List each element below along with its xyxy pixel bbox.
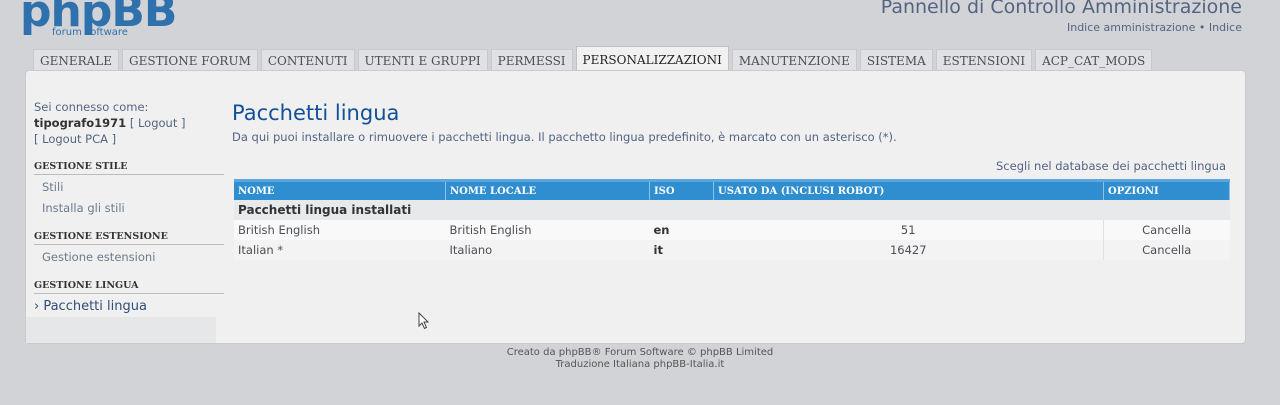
cell-used-by: 51: [713, 220, 1104, 240]
col-used-by: USATO DA (INCLUSI ROBOT): [713, 179, 1104, 200]
main-panel: Sei connesso come: tipografo1971 [ Logou…: [25, 70, 1246, 344]
tab-sistema[interactable]: SISTEMA: [859, 49, 933, 72]
cell-iso: en: [649, 220, 714, 240]
tab-personalizzazioni[interactable]: PERSONALIZZAZIONI: [575, 46, 729, 72]
username: tipografo1971: [34, 116, 127, 130]
group-label: Pacchetti lingua installati: [234, 200, 1230, 220]
tab-acp-cat-mods[interactable]: ACP_CAT_MODS: [1035, 49, 1153, 72]
content: Pacchetti lingua Da qui puoi installare …: [232, 101, 1232, 260]
tab-manutenzione[interactable]: MANUTENZIONE: [731, 49, 857, 72]
logo-subtitle: forum software: [52, 27, 128, 38]
sidebar-heading: GESTIONE STILE: [34, 161, 224, 175]
page-description: Da qui puoi installare o rimuovere i pac…: [232, 130, 897, 144]
delete-link[interactable]: Cancella: [1103, 220, 1230, 240]
logout-acp-link[interactable]: [ Logout PCA ]: [34, 131, 224, 147]
cell-name: British English: [234, 220, 446, 240]
sidebar-sections: GESTIONE STILE Stili Installa gli stili GES…: [34, 161, 224, 316]
connected-label: Sei connesso come:: [34, 100, 149, 114]
header-links: Indice amministrazione • Indice: [1067, 21, 1242, 34]
acp-title: Pannello di Controllo Amministrazione: [880, 0, 1242, 18]
sidebar-bottom: [26, 317, 216, 343]
table-row: Italian * Italiano it 16427 Cancella: [234, 240, 1230, 260]
sidebar: Sei connesso come: tipografo1971 [ Logou…: [34, 99, 224, 316]
link-admin-index[interactable]: Indice amministrazione: [1067, 21, 1195, 34]
cell-name: Italian *: [234, 240, 446, 260]
language-packs-table: NOME NOME LOCALE ISO USATO DA (INCLUSI R…: [234, 179, 1230, 260]
link-board-index[interactable]: Indice: [1209, 21, 1242, 34]
table-header-row: NOME NOME LOCALE ISO USATO DA (INCLUSI R…: [234, 179, 1230, 200]
sidebar-item[interactable]: Gestione estensioni: [34, 245, 224, 266]
col-options: OPZIONI: [1103, 179, 1230, 200]
tab-contenuti[interactable]: CONTENUTI: [260, 49, 355, 72]
tab-permessi[interactable]: PERMESSI: [490, 49, 573, 72]
acp-page: phpBB forum software Pannello di Control…: [0, 0, 1280, 405]
tab-gestione-forum[interactable]: GESTIONE FORUM: [122, 49, 258, 72]
cell-used-by: 16427: [713, 240, 1104, 260]
sidebar-heading: GESTIONE LINGUA: [34, 280, 224, 294]
main-tabs: GENERALE GESTIONE FORUM CONTENUTI UTENTI E …: [33, 46, 1155, 72]
footer-translation: Traduzione Italiana phpBB-Italia.it: [555, 359, 725, 370]
tab-estensioni[interactable]: ESTENSIONI: [935, 49, 1033, 72]
phpbb-logo[interactable]: phpBB forum software: [20, 0, 180, 42]
login-info: Sei connesso come: tipografo1971 [ Logou…: [34, 99, 224, 147]
sidebar-heading: GESTIONE ESTENSIONE: [34, 231, 224, 245]
cell-iso: it: [649, 240, 714, 260]
footer-credits: Creato da phpBB® Forum Software © phpBB …: [506, 347, 774, 358]
col-local-name: NOME LOCALE: [445, 179, 650, 200]
tab-utenti-e-gruppi[interactable]: UTENTI E GRUPPI: [357, 49, 488, 72]
link-separator: •: [1198, 21, 1206, 34]
sidebar-item[interactable]: › Pacchetti lingua: [34, 294, 224, 316]
mouse-pointer-icon: [418, 312, 430, 330]
table-group-row: Pacchetti lingua installati: [234, 200, 1230, 220]
delete-link[interactable]: Cancella: [1103, 240, 1230, 260]
table-row: British English British English en 51 Cancel…: [234, 220, 1230, 240]
cell-local-name: British English: [445, 220, 650, 240]
tab-generale[interactable]: GENERALE: [33, 49, 120, 72]
footer: Creato da phpBB® Forum Software © phpBB …: [0, 347, 1280, 371]
language-db-link[interactable]: Scegli nel database dei pacchetti lingua: [996, 159, 1226, 173]
page-title: Pacchetti lingua: [232, 101, 400, 125]
col-name: NOME: [234, 179, 446, 200]
col-iso: ISO: [649, 179, 714, 200]
cell-local-name: Italiano: [445, 240, 650, 260]
logout-link[interactable]: [ Logout ]: [130, 116, 186, 130]
sidebar-item[interactable]: Stili: [34, 175, 224, 196]
sidebar-item[interactable]: Installa gli stili: [34, 196, 224, 217]
